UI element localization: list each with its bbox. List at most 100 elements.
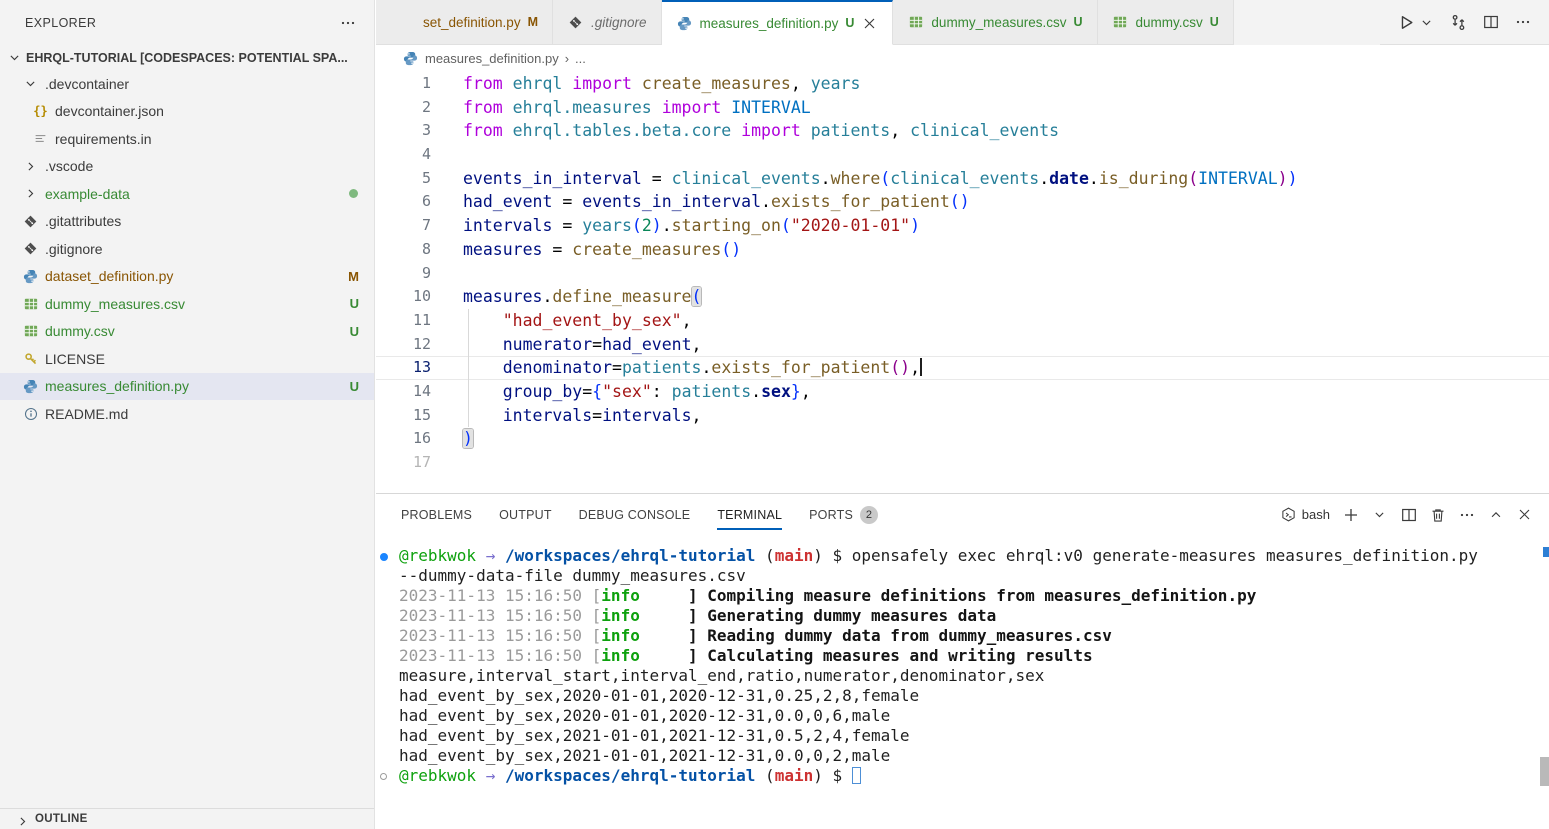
panel-tab-label: PROBLEMS [401, 508, 472, 522]
line-number: 8 [376, 238, 431, 262]
code-line-17: 17 [376, 451, 1549, 475]
tab-git-badge: M [528, 15, 538, 29]
tab-measures-definition-py[interactable]: measures_definition.pyU [662, 0, 894, 45]
git-icon [22, 213, 39, 230]
panel-tab-problems[interactable]: PROBLEMS [401, 494, 472, 535]
tab-dummy-measures-csv[interactable]: dummy_measures.csvU [893, 0, 1097, 45]
code-line-16: 16) [376, 427, 1549, 451]
line-number: 14 [376, 380, 431, 404]
outline-label: OUTLINE [35, 813, 88, 825]
terminal-scrollbar-thumb[interactable] [1540, 757, 1549, 786]
panel-tab-ports[interactable]: PORTS2 [809, 494, 878, 535]
git-status-badge: U [350, 296, 359, 311]
csv-icon [1112, 14, 1129, 31]
line-number: 11 [376, 309, 431, 333]
run-icon[interactable] [1398, 14, 1415, 31]
code-text: group_by={"sex": patients.sex}, [431, 380, 811, 404]
chevron-right-icon [22, 185, 39, 202]
code-line-10: 10measures.define_measure( [376, 285, 1549, 309]
more-actions-icon[interactable] [339, 14, 356, 31]
panel-tab-label: PORTS [809, 508, 853, 522]
editor-area: set_definition.pyM.gitignoremeasures_def… [376, 0, 1549, 829]
chevron-down-icon[interactable] [1418, 14, 1435, 31]
shell-selector[interactable]: bash [1280, 506, 1330, 523]
sidebar-file-measures-definition-py[interactable]: measures_definition.pyU [0, 373, 374, 401]
sidebar-file-dataset-definition-py[interactable]: dataset_definition.pyM [0, 263, 374, 291]
outline-section-header[interactable]: OUTLINE [0, 808, 374, 829]
tab-git-badge: U [845, 16, 854, 30]
code-text: events_in_interval = clinical_events.whe… [431, 167, 1298, 191]
line-number: 2 [376, 96, 431, 120]
panel-tab-terminal[interactable]: TERMINAL [717, 494, 782, 535]
trash-icon[interactable] [1429, 506, 1446, 523]
terminal-row: 2023-11-13 15:16:50 [info ] Generating d… [376, 606, 1549, 626]
breadcrumb[interactable]: measures_definition.py › ... [376, 45, 1549, 72]
file-label: LICENSE [45, 351, 105, 367]
line-number: 3 [376, 119, 431, 143]
terminal-row: had_event_by_sex,2021-01-01,2021-12-31,0… [376, 726, 1549, 746]
sidebar-folder--vscode[interactable]: .vscode [0, 153, 374, 181]
panel-tab-label: OUTPUT [499, 508, 552, 522]
more-actions-icon[interactable] [1458, 506, 1475, 523]
open-changes-icon[interactable] [1450, 14, 1467, 31]
chevron-down-icon [22, 75, 39, 92]
code-text: numerator=had_event, [431, 333, 701, 357]
terminal-row: measure,interval_start,interval_end,rati… [376, 666, 1549, 686]
terminal-row: @rebkwok → /workspaces/ehrql-tutorial (m… [376, 546, 1549, 566]
chevron-down-icon[interactable] [1371, 506, 1388, 523]
breadcrumb-more[interactable]: ... [575, 51, 586, 66]
line-number: 1 [376, 72, 431, 96]
plus-icon[interactable] [1342, 506, 1359, 523]
git-icon [567, 14, 584, 31]
more-actions-icon[interactable] [1514, 14, 1531, 31]
code-text [431, 143, 463, 167]
panel-tab-label: TERMINAL [717, 508, 782, 522]
tab-set-definition-py[interactable]: set_definition.pyM [376, 0, 553, 45]
chevron-right-icon [14, 813, 31, 829]
panel-tab-debug-console[interactable]: DEBUG CONSOLE [579, 494, 691, 535]
sidebar-file--gitattributes[interactable]: .gitattributes [0, 208, 374, 236]
sidebar-file--gitignore[interactable]: .gitignore [0, 235, 374, 263]
line-number: 17 [376, 451, 431, 475]
sidebar-file-readme-md[interactable]: README.md [0, 400, 374, 428]
breadcrumb-file[interactable]: measures_definition.py [425, 51, 559, 66]
sidebar-file-dummy-csv[interactable]: dummy.csvU [0, 318, 374, 346]
panel-tab-output[interactable]: OUTPUT [499, 494, 552, 535]
file-label: .vscode [45, 158, 93, 174]
sidebar-file-requirements-in[interactable]: requirements.in [0, 125, 374, 153]
terminal-cursor [852, 767, 861, 784]
workspace-root-row[interactable]: EHRQL-TUTORIAL [CODESPACES: POTENTIAL SP… [0, 45, 374, 70]
file-tree: .devcontainer {}devcontainer.jsonrequirem… [0, 70, 374, 428]
sidebar-folder--devcontainer[interactable]: .devcontainer [0, 70, 374, 98]
code-line-2: 2from ehrql.measures import INTERVAL [376, 96, 1549, 120]
tab-dummy-csv[interactable]: dummy.csvU [1098, 0, 1234, 45]
close-icon[interactable] [1516, 506, 1533, 523]
split-editor-icon[interactable] [1482, 14, 1499, 31]
code-line-13: 13 denominator=patients.exists_for_patie… [376, 356, 1549, 380]
tab--gitignore[interactable]: .gitignore [553, 0, 662, 45]
code-text: intervals=intervals, [431, 404, 701, 428]
file-label: .devcontainer [45, 76, 129, 92]
code-text: intervals = years(2).starting_on("2020-0… [431, 214, 920, 238]
sidebar-folder-example-data[interactable]: example-data [0, 180, 374, 208]
git-changes-dot [349, 189, 358, 198]
chevron-up-icon[interactable] [1487, 506, 1504, 523]
code-editor[interactable]: 1from ehrql import create_measures, year… [376, 72, 1549, 493]
editor-tab-bar: set_definition.pyM.gitignoremeasures_def… [376, 0, 1549, 45]
file-label: measures_definition.py [45, 378, 189, 394]
terminal-row: @rebkwok → /workspaces/ehrql-tutorial (m… [376, 766, 1549, 786]
split-editor-icon[interactable] [1400, 506, 1417, 523]
sidebar-file-devcontainer-json[interactable]: {}devcontainer.json [0, 98, 374, 126]
code-text: ) [431, 427, 473, 451]
code-line-3: 3from ehrql.tables.beta.core import pati… [376, 119, 1549, 143]
sidebar-file-license[interactable]: LICENSE [0, 345, 374, 373]
terminal[interactable]: @rebkwok → /workspaces/ehrql-tutorial (m… [376, 535, 1549, 829]
editor-actions [1380, 0, 1549, 45]
line-number: 13 [376, 356, 431, 380]
close-icon[interactable] [861, 15, 878, 32]
explorer-sidebar: EXPLORER EHRQL-TUTORIAL [CODESPACES: POT… [0, 0, 375, 829]
code-text: had_event = events_in_interval.exists_fo… [431, 190, 970, 214]
sidebar-file-dummy-measures-csv[interactable]: dummy_measures.csvU [0, 290, 374, 318]
code-line-5: 5events_in_interval = clinical_events.wh… [376, 167, 1549, 191]
explorer-title: EXPLORER [25, 16, 96, 30]
